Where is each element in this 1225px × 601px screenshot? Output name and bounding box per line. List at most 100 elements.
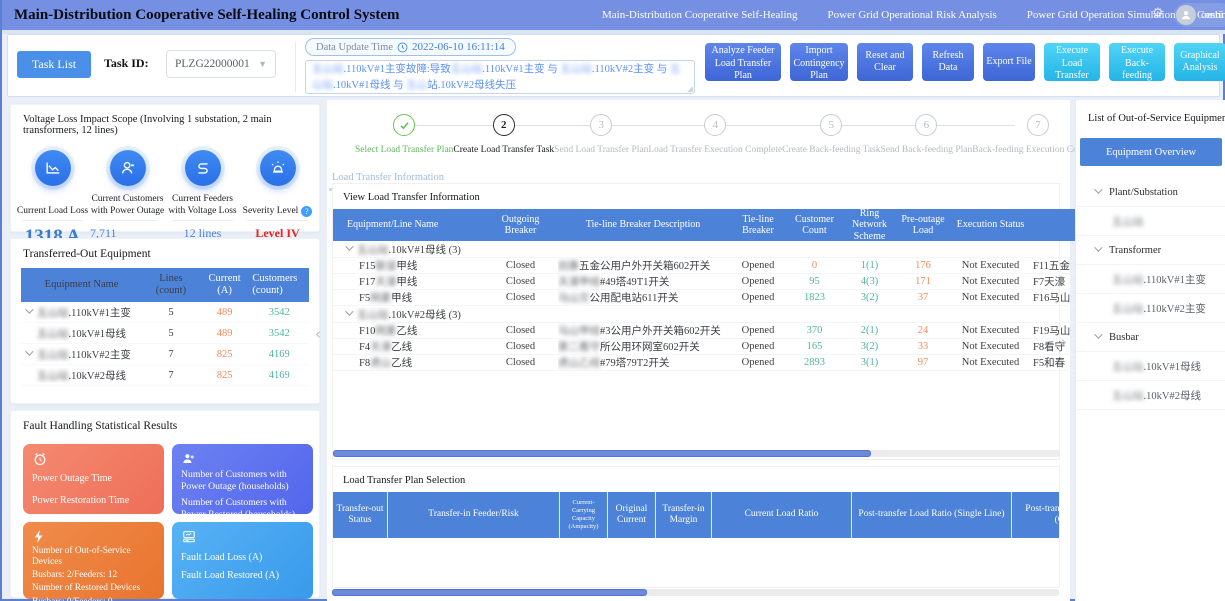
col-customers: Customers (count) [249,273,309,297]
plan-selection-box: Load Transfer Plan Selection Transfer-ou… [332,466,1060,588]
feeder-icon [185,150,221,186]
table-row[interactable]: 五山站.110kV#1主变 5 489 3542 [21,302,309,323]
voltage-loss-impact-card: Voltage Loss Impact Scope (Involving 1 s… [10,104,320,232]
main-table-title: View Load Transfer Information [333,184,1059,209]
fault-text: .110kV#1主变故障:导致 [344,64,451,75]
tree-item-substation[interactable]: 五山站 [1076,207,1225,236]
severity-alarm-icon [260,150,296,186]
top-header-bar: Main-Distribution Cooperative Self-Heali… [2,0,1225,30]
chevron-down-icon [1094,330,1102,338]
tree-item-transformer-2[interactable]: 五山站.110kV#2主变 [1076,294,1225,323]
stat-label: Severity Level? [243,194,313,217]
avatar [1176,5,1196,25]
fault-stats-card: Fault Handling Statistical Results Power… [10,410,320,598]
chevron-down-icon [1094,185,1102,193]
table-header: Equipment/Line Name Outgoing Breaker Tie… [333,209,1078,241]
tree-item-transformer-1[interactable]: 五山站.110kV#1主变 [1076,265,1225,294]
plan-table-hscrollbar[interactable] [332,589,1059,596]
toolbar: Task List Task ID: PLZG22000001 ▼ Data U… [7,34,1220,97]
table-row[interactable]: 五山站.10kV#2母线 7 825 4169 [21,365,309,386]
fault-description-field[interactable]: 五山站.110kV#1主变故障:导致五山站.110kV#1主变 与 五山站.11… [305,60,695,94]
label-restored-devices: Number of Restored Devices [32,583,155,594]
task-id-select[interactable]: PLZG22000001 ▼ [166,50,276,78]
transferred-out-title: Transferred-Out Equipment [11,239,319,264]
expand-right-panel-arrow[interactable]: › [1061,333,1067,351]
step-1[interactable]: Select Load Transfer Plan [355,114,453,155]
nav-risk-analysis[interactable]: Power Grid Operational Risk Analysis [828,9,997,21]
action-buttons: Analyze Feeder Load Transfer Plan Import… [705,43,1225,81]
table-row[interactable]: F4天濠乙线 Closed 第二看守所公用环网室602开关 Opened 165… [333,339,1078,355]
label-power-restoration-time: Power Restoration Time [32,495,155,507]
toolbar-divider [295,42,296,92]
step-2[interactable]: 2 Create Load Transfer Task [453,114,554,155]
table-row[interactable]: F15联谊甲线 Closed 创惠五金公用户外开关箱602开关 Opened 0… [333,258,1078,274]
value-out-of-service: Busbars: 2/Feeders: 12 [32,570,155,581]
tree-group-busbar[interactable]: Busbar [1076,323,1225,352]
lightning-icon [32,529,46,544]
label-customers-outage: Number of Customers with Power Outage (h… [181,469,304,492]
user-menu[interactable]: ceshi [1174,3,1225,27]
main-table-hscrollbar[interactable] [333,450,1060,457]
step-3[interactable]: 3 Send Load Transfer Plan [554,114,648,155]
view-load-transfer-box: View Load Transfer Information Equipment… [332,183,1060,460]
data-update-label: Data Update Time [316,42,393,53]
fault-text: .110kV#1主变 与 [482,64,560,75]
tree-group-transformer[interactable]: Transformer [1076,236,1225,265]
execute-backfeeding-button[interactable]: Execute Back-feeding [1109,43,1165,81]
table-row[interactable]: F8虎山乙线 Closed 虎山乙线#79塔79T2开关 Opened 2893… [333,355,1078,371]
step-5[interactable]: 5 Create Back-feeding Task [782,114,880,155]
stat-label: Current Load Loss [17,194,88,217]
help-icon[interactable]: ? [301,206,312,217]
fault-stats-title: Fault Handling Statistical Results [11,411,319,436]
equipment-overview-button[interactable]: Equipment Overview [1080,138,1222,166]
table-row[interactable]: 五山站.10kV#1母线 5 489 3542 [21,323,309,344]
refresh-data-button[interactable]: Refresh Data [922,43,974,81]
step-6[interactable]: 6 Send Back-feeding Plan [880,114,972,155]
graphical-analysis-button[interactable]: Graphical Analysis [1174,43,1225,81]
load-loss-chart-icon [35,150,71,186]
analyze-feeder-plan-button[interactable]: Analyze Feeder Load Transfer Plan [705,43,781,81]
export-file-button[interactable]: Export File [983,43,1035,81]
stat-label: Current Customers with Power Outage [90,194,165,217]
transferred-out-table: Equipment Name Lines (count) Current (A)… [21,268,309,386]
data-update-time: 2022-06-10 16:11:14 [412,41,505,53]
table-row[interactable]: F5网夏甲线 Closed 马山交公用配电站611开关 Opened 1823 … [333,290,1078,306]
customers-icon [181,451,197,467]
tree-group-substation[interactable]: Plant/Substation [1076,178,1225,207]
group-row-bus2[interactable]: 五山站.10kV#2母线 (3) [333,306,1078,323]
fault-text: .110kV#2主变 与 [592,64,670,75]
stepper: Select Load Transfer Plan 2 Create Load … [355,114,1055,166]
reset-clear-button[interactable]: Reset and Clear [857,43,913,81]
label-customers-restored: Number of Customers with Power Restored … [181,497,304,520]
chevron-down-icon [1094,243,1102,251]
execute-load-transfer-button[interactable]: Execute Load Transfer [1044,43,1100,81]
tree-item-busbar-2[interactable]: 五山站.10kV#2母线 [1076,381,1225,410]
label-fault-load-restored: Fault Load Restored (A) [181,570,304,582]
group-row-bus1[interactable]: 五山站.10kV#1母线 (3) [333,241,1078,258]
tree-item-busbar-1[interactable]: 五山站.10kV#1母线 [1076,352,1225,381]
gear-icon[interactable]: ⚙ [1152,5,1164,21]
plan-table-header: Transfer-out Status Transfer-in Feeder/R… [333,492,1059,538]
col-lines: Lines (count) [142,273,200,297]
import-contingency-button[interactable]: Import Contingency Plan [790,43,848,81]
chevron-down-icon: ▼ [258,59,267,69]
table-row[interactable]: 五山站.110kV#2主变 7 825 4169 [21,344,309,365]
fault-text: 站.10kV#2母线失压 [427,80,516,91]
load-transfer-table: Equipment/Line Name Outgoing Breaker Tie… [333,209,1078,371]
blurred-station-name: 五山站 [451,64,483,75]
value-restored-devices: Busbars: 0/Feeders: 0 [32,597,155,601]
collapse-left-panel-arrow[interactable]: ‹ [315,325,321,343]
task-list-button[interactable]: Task List [17,51,91,78]
meter-icon [181,529,197,544]
task-id-value: PLZG22000001 [175,58,250,70]
table-header: Equipment Name Lines (count) Current (A)… [21,268,309,302]
table-row[interactable]: F10网夏乙线 Closed 马山甲线#3公用户外开关箱602开关 Opened… [333,323,1078,339]
app-title: Main-Distribution Cooperative Self-Heali… [2,7,400,24]
label-out-of-service: Number of Out-of-Service Devices [32,546,155,568]
right-panel-title: List of Out-of-Service Equipment [1076,100,1225,124]
nav-self-healing[interactable]: Main-Distribution Cooperative Self-Heali… [602,9,798,21]
stat-label: Current Feeders with Voltage Loss [165,194,240,217]
step-4[interactable]: 4 Load Transfer Execution Complete [648,114,782,155]
table-row[interactable]: F17天濠甲线 Closed 天濠甲线#49塔49T1开关 Opened 95 … [333,274,1078,290]
transferred-out-card: Transferred-Out Equipment Equipment Name… [10,238,320,404]
